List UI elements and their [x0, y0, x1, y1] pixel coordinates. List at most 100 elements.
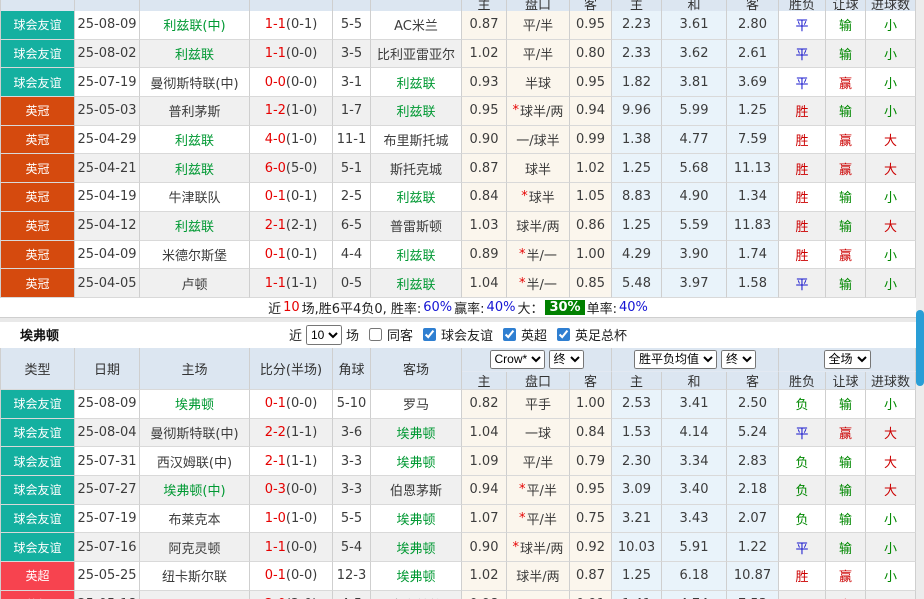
away-team-link[interactable]: 利兹联 — [371, 241, 462, 270]
home-team-link[interactable]: 阿克灵顿 — [140, 533, 250, 562]
away-team-link[interactable]: 埃弗顿 — [371, 447, 462, 476]
header-away: 客场 — [371, 348, 462, 390]
eu-home-odds: 1.53 — [612, 419, 662, 448]
away-team-link[interactable]: 斯托克城 — [371, 154, 462, 183]
ah-away-odds: 0.95 — [570, 68, 612, 97]
match-row: 球会友谊 25-08-04 曼彻斯特联(中) 2-2(1-1) 3-6 埃弗顿 … — [0, 419, 916, 448]
away-team-link[interactable]: 罗马 — [371, 390, 462, 419]
result-goals: 小 — [866, 591, 916, 599]
scope-select[interactable]: 全场 — [824, 350, 871, 369]
friendly-checkbox[interactable] — [423, 328, 436, 341]
home-team-link[interactable]: 曼彻斯特联(中) — [140, 68, 250, 97]
games-count-select[interactable]: 10 — [306, 325, 342, 345]
result-wdl: 胜 — [779, 241, 826, 270]
facup-checkbox[interactable] — [557, 328, 570, 341]
match-row: 英冠 25-04-19 牛津联队 0-1(0-1) 2-5 利兹联 0.84 *… — [0, 183, 916, 212]
eu-draw-odds: 3.62 — [662, 40, 727, 69]
corner-count: 5-5 — [333, 505, 371, 534]
col-header-wdl: 胜负 — [779, 0, 826, 11]
scrollbar-thumb[interactable] — [916, 310, 924, 386]
ah-handicap: *球半 — [507, 183, 570, 212]
ah-home-odds: 1.07 — [462, 505, 507, 534]
eu-draw-odds: 5.59 — [662, 212, 727, 241]
home-team-link[interactable]: 米德尔斯堡 — [140, 241, 250, 270]
away-team-link[interactable]: 利兹联 — [371, 269, 462, 298]
same-away-checkbox[interactable] — [369, 328, 382, 341]
ah-handicap: 半球 — [507, 68, 570, 97]
league-badge: 球会友谊 — [0, 11, 75, 40]
eu-time-select[interactable]: 终 — [721, 350, 756, 369]
home-team-link[interactable]: 利兹联 — [140, 154, 250, 183]
away-team-link[interactable]: 埃弗顿 — [371, 419, 462, 448]
eu-away-odds: 7.53 — [727, 591, 779, 599]
home-team-link[interactable]: 西汉姆联(中) — [140, 447, 250, 476]
home-team-link[interactable]: 利兹联 — [140, 40, 250, 69]
eu-away-odds: 1.25 — [727, 97, 779, 126]
ah-home-odds: 0.93 — [462, 68, 507, 97]
eu-draw-odds: 6.18 — [662, 562, 727, 591]
score-halftime: 0-1(0-0) — [250, 562, 333, 591]
away-team-link[interactable]: 比利亚雷亚尔 — [371, 40, 462, 69]
home-team-link[interactable]: 埃弗顿(中) — [140, 476, 250, 505]
away-team-link[interactable]: 埃弗顿 — [371, 505, 462, 534]
match-row: 英冠 25-04-21 利兹联 6-0(5-0) 5-1 斯托克城 0.87 球… — [0, 154, 916, 183]
away-team-link[interactable]: 伯恩茅斯 — [371, 476, 462, 505]
everton-section-header: 埃弗顿 近 10 场 同客 球会友谊 英超 英足总杯 — [0, 322, 916, 348]
result-handicap: 赢 — [826, 562, 866, 591]
away-team-link[interactable]: AC米兰 — [371, 11, 462, 40]
away-team-link[interactable]: 埃弗顿 — [371, 562, 462, 591]
score-halftime: 2-1(1-1) — [250, 447, 333, 476]
same-away-label[interactable]: 同客 — [387, 325, 413, 344]
ah-home-odds: 1.04 — [462, 419, 507, 448]
match-row: 英超 25-05-25 纽卡斯尔联 0-1(0-0) 12-3 埃弗顿 1.02… — [0, 562, 916, 591]
away-team-link[interactable]: 布里斯托城 — [371, 126, 462, 155]
everton-match-table: 球会友谊 25-08-09 埃弗顿 0-1(0-0) 5-10 罗马 0.82 … — [0, 390, 916, 599]
score-halftime: 1-0(1-0) — [250, 505, 333, 534]
score-halftime: 1-1(0-0) — [250, 40, 333, 69]
home-team-link[interactable]: 埃弗顿 — [140, 591, 250, 599]
home-team-link[interactable]: 普利茅斯 — [140, 97, 250, 126]
result-handicap: 赢 — [826, 154, 866, 183]
ah-time-select[interactable]: 终 — [549, 350, 584, 369]
away-team-link[interactable]: 普雷斯顿 — [371, 212, 462, 241]
away-team-link[interactable]: 利兹联 — [371, 97, 462, 126]
home-team-link[interactable]: 曼彻斯特联(中) — [140, 419, 250, 448]
home-team-link[interactable]: 卢顿 — [140, 269, 250, 298]
bookmaker-select[interactable]: Crow* — [490, 350, 545, 369]
result-wdl: 胜 — [779, 562, 826, 591]
match-date: 25-07-19 — [75, 505, 140, 534]
result-goals: 小 — [866, 562, 916, 591]
home-team-link[interactable]: 利兹联 — [140, 212, 250, 241]
home-team-link[interactable]: 埃弗顿 — [140, 390, 250, 419]
league-badge: 球会友谊 — [0, 447, 75, 476]
league-badge: 球会友谊 — [0, 505, 75, 534]
match-row: 球会友谊 25-07-19 布莱克本 1-0(1-0) 5-5 埃弗顿 1.07… — [0, 505, 916, 534]
away-team-link[interactable]: 埃弗顿 — [371, 533, 462, 562]
home-team-link[interactable]: 牛津联队 — [140, 183, 250, 212]
home-team-link[interactable]: 布莱克本 — [140, 505, 250, 534]
home-team-link[interactable]: 利兹联(中) — [140, 11, 250, 40]
col-header-eu-away: 客 — [727, 0, 779, 11]
scrollbar-track[interactable] — [916, 0, 924, 599]
odds-type-select[interactable]: 胜平负均值 — [634, 350, 717, 369]
friendly-label[interactable]: 球会友谊 — [441, 325, 493, 344]
league-badge: 英冠 — [0, 212, 75, 241]
away-team-link[interactable]: 南安普敦 — [371, 591, 462, 599]
result-wdl: 胜 — [779, 97, 826, 126]
ah-away-odds: 1.02 — [570, 154, 612, 183]
score-halftime: 2-1(2-1) — [250, 212, 333, 241]
ah-home-odds: 0.87 — [462, 154, 507, 183]
away-team-link[interactable]: 利兹联 — [371, 183, 462, 212]
match-row: 球会友谊 25-07-19 曼彻斯特联(中) 0-0(0-0) 3-1 利兹联 … — [0, 68, 916, 97]
result-wdl: 平 — [779, 11, 826, 40]
epl-label[interactable]: 英超 — [521, 325, 547, 344]
corner-count: 6-5 — [333, 212, 371, 241]
epl-checkbox[interactable] — [503, 328, 516, 341]
away-team-link[interactable]: 利兹联 — [371, 68, 462, 97]
col-header-eu-away: 客 — [727, 372, 779, 390]
match-row: 英超 25-05-18 埃弗顿 2-0(2-0) 4-5 南安普敦 0.98 一… — [0, 591, 916, 599]
facup-label[interactable]: 英足总杯 — [575, 325, 627, 344]
home-team-link[interactable]: 纽卡斯尔联 — [140, 562, 250, 591]
home-team-link[interactable]: 利兹联 — [140, 126, 250, 155]
ah-handicap: *球半/两 — [507, 533, 570, 562]
